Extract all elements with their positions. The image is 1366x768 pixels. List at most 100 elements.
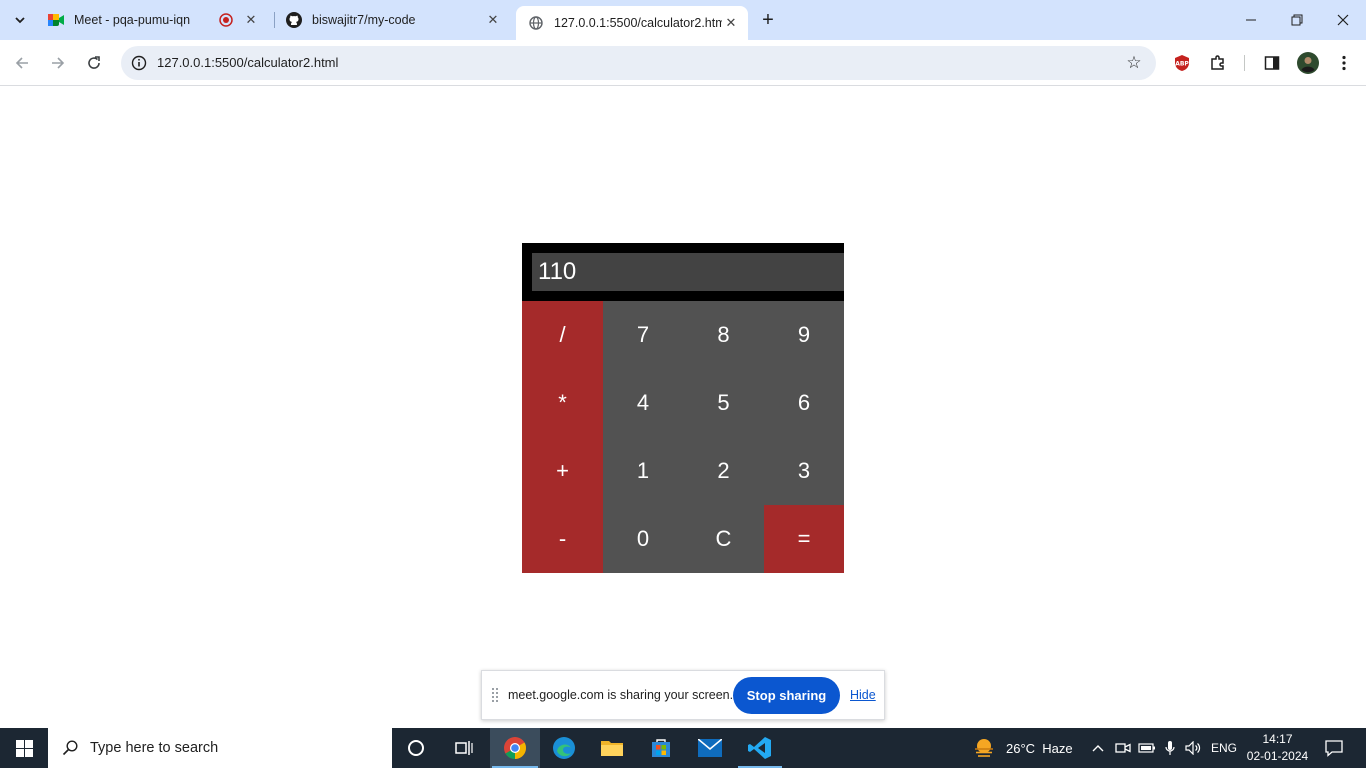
key-5[interactable]: 5	[683, 369, 764, 437]
taskbar-file-explorer[interactable]	[588, 728, 636, 768]
chevron-down-icon	[15, 17, 25, 24]
bookmark-star-icon[interactable]: ☆	[1124, 53, 1144, 73]
tab-title: 127.0.0.1:5500/calculator2.html	[554, 16, 722, 30]
key-6[interactable]: 6	[764, 369, 844, 437]
close-tab-icon[interactable]: ✕	[242, 11, 260, 29]
close-icon	[1337, 14, 1349, 26]
extensions-puzzle-icon[interactable]	[1206, 51, 1230, 75]
add-key[interactable]: +	[522, 437, 603, 505]
drag-handle[interactable]	[492, 688, 498, 702]
search-icon	[62, 740, 78, 756]
language-text: ENG	[1210, 741, 1237, 755]
restore-icon	[1291, 14, 1303, 26]
edge-icon	[553, 737, 575, 759]
windows-logo-icon	[15, 739, 33, 757]
address-bar[interactable]: 127.0.0.1:5500/calculator2.html ☆	[121, 46, 1156, 80]
tab-github[interactable]: biswajitr7/my-code ✕	[274, 5, 510, 35]
notification-icon	[1325, 740, 1343, 757]
new-tab-button[interactable]: +	[756, 8, 780, 32]
key-9[interactable]: 9	[764, 301, 844, 369]
cortana-button[interactable]	[392, 728, 440, 768]
calculator-display[interactable]: 110	[532, 253, 844, 291]
reload-button[interactable]	[80, 49, 108, 77]
profile-avatar[interactable]	[1296, 51, 1320, 75]
hide-link[interactable]: Hide	[850, 688, 876, 702]
weather-text: 26°C Haze	[1006, 740, 1073, 756]
windows-taskbar: Type here to search 26°C Haze ENG 14:17 …	[0, 728, 1366, 768]
microphone-tray[interactable]	[1160, 728, 1180, 768]
minimize-button[interactable]	[1228, 0, 1274, 40]
notification-center-button[interactable]	[1318, 728, 1350, 768]
subtract-key[interactable]: -	[522, 505, 603, 573]
tab-title: Meet - pqa-pumu-iqn	[74, 13, 191, 27]
clear-key[interactable]: C	[683, 505, 764, 573]
arrow-right-icon	[52, 57, 65, 69]
key-1[interactable]: 1	[603, 437, 683, 505]
tab-meet[interactable]: Meet - pqa-pumu-iqn ✕	[36, 5, 268, 35]
key-8[interactable]: 8	[683, 301, 764, 369]
kebab-menu-icon[interactable]	[1332, 51, 1356, 75]
vscode-icon	[748, 737, 771, 759]
tab-strip: Meet - pqa-pumu-iqn ✕ biswajitr7/my-code…	[0, 0, 1366, 40]
site-info-icon[interactable]	[129, 53, 149, 73]
adblock-extension-icon[interactable]: ABP	[1170, 51, 1194, 75]
equals-key[interactable]: =	[764, 505, 844, 573]
battery-icon	[1138, 743, 1155, 753]
task-view-icon	[455, 741, 473, 755]
store-icon	[652, 739, 670, 757]
microphone-icon	[1165, 741, 1175, 755]
minimize-icon	[1246, 19, 1256, 21]
multiply-key[interactable]: *	[522, 369, 603, 437]
battery-tray[interactable]	[1136, 728, 1158, 768]
volume-tray[interactable]	[1182, 728, 1206, 768]
start-button[interactable]	[0, 728, 48, 768]
globe-icon	[528, 15, 544, 31]
folder-icon	[601, 741, 623, 756]
taskbar-mail[interactable]	[686, 728, 734, 768]
cortana-circle-icon	[408, 740, 424, 756]
taskbar-edge[interactable]	[540, 728, 588, 768]
tab-title: biswajitr7/my-code	[312, 13, 416, 27]
back-button[interactable]	[8, 49, 36, 77]
close-tab-icon[interactable]: ✕	[484, 11, 502, 29]
restore-button[interactable]	[1274, 0, 1320, 40]
speaker-icon	[1185, 741, 1201, 755]
google-meet-icon	[48, 12, 64, 28]
url-text[interactable]: 127.0.0.1:5500/calculator2.html	[157, 55, 338, 70]
taskbar-search-box[interactable]: Type here to search	[48, 728, 392, 768]
side-panel-icon[interactable]	[1260, 51, 1284, 75]
calculator: 110 / 7 8 9 * 4 5 6 + 1 2 3 - 0 C =	[522, 243, 844, 573]
clock-time: 14:17	[1262, 732, 1293, 746]
key-3[interactable]: 3	[764, 437, 844, 505]
weather-widget[interactable]: 26°C Haze	[972, 728, 1080, 768]
browser-toolbar: 127.0.0.1:5500/calculator2.html ☆ ABP	[0, 40, 1366, 86]
tab-calculator[interactable]: 127.0.0.1:5500/calculator2.html ✕	[516, 6, 748, 40]
task-view-button[interactable]	[440, 728, 488, 768]
meet-now-tray[interactable]	[1112, 728, 1134, 768]
taskbar-vscode[interactable]	[736, 728, 784, 768]
tray-overflow-button[interactable]	[1088, 728, 1108, 768]
divide-key[interactable]: /	[522, 301, 603, 369]
calculator-keypad: / 7 8 9 * 4 5 6 + 1 2 3 - 0 C =	[522, 301, 844, 573]
toolbar-divider	[1244, 55, 1245, 71]
screen-share-bar: meet.google.com is sharing your screen. …	[481, 670, 885, 720]
arrow-left-icon	[15, 57, 28, 69]
forward-button[interactable]	[44, 49, 72, 77]
clock-date: 02-01-2024	[1246, 749, 1309, 763]
close-tab-icon[interactable]: ✕	[722, 14, 740, 32]
svg-text:ABP: ABP	[1175, 61, 1189, 68]
key-0[interactable]: 0	[603, 505, 683, 573]
stop-sharing-button[interactable]: Stop sharing	[733, 677, 840, 714]
key-4[interactable]: 4	[603, 369, 683, 437]
key-2[interactable]: 2	[683, 437, 764, 505]
language-indicator[interactable]: ENG	[1208, 728, 1240, 768]
taskbar-clock[interactable]: 14:17 02-01-2024	[1240, 731, 1315, 765]
search-placeholder: Type here to search	[90, 740, 219, 756]
tab-search-button[interactable]	[8, 8, 32, 32]
taskbar-chrome[interactable]	[490, 728, 540, 768]
taskbar-store[interactable]	[636, 728, 686, 768]
close-window-button[interactable]	[1320, 0, 1366, 40]
key-7[interactable]: 7	[603, 301, 683, 369]
share-message: meet.google.com is sharing your screen.	[508, 688, 734, 702]
chevron-up-icon	[1092, 745, 1104, 752]
